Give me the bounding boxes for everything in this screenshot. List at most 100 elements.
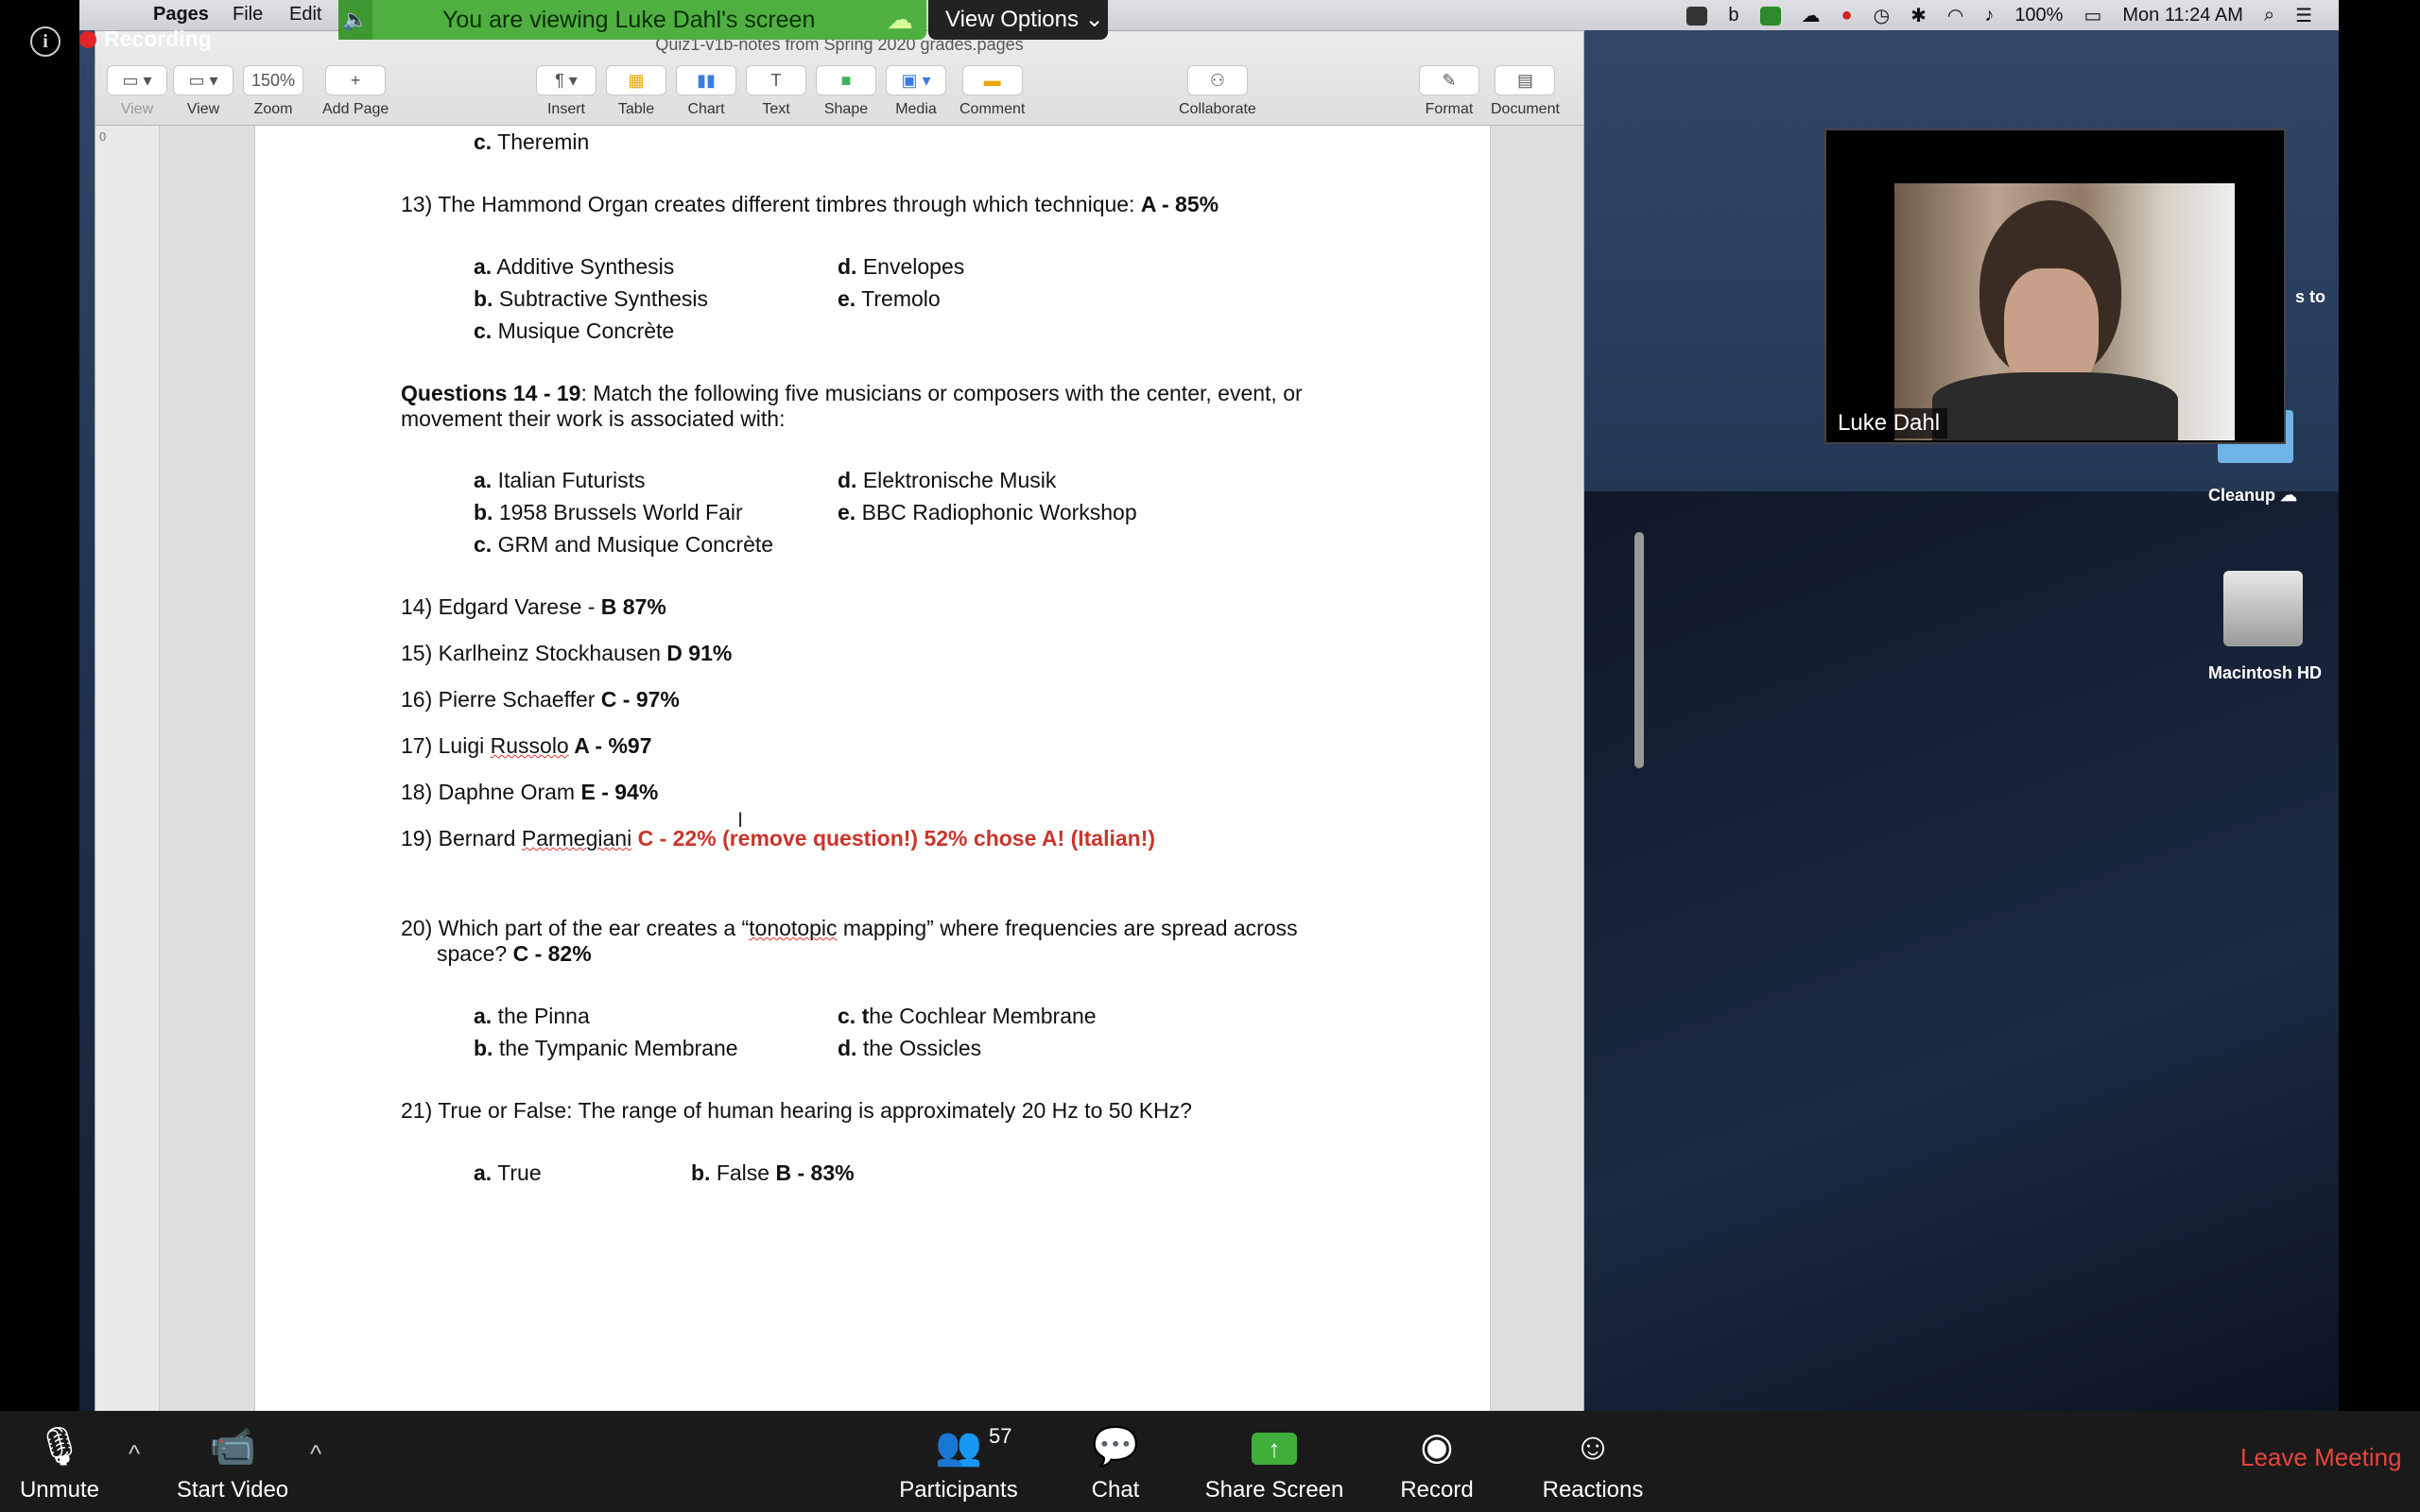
question-17: 17) Luigi Russolo A - %97 — [401, 733, 652, 759]
misspelled-word[interactable]: tonotopic — [749, 916, 837, 940]
chat-icon: 💬 — [1092, 1426, 1139, 1468]
question-13: 13) The Hammond Organ creates different … — [401, 192, 1219, 217]
zoom-label: Zoom — [253, 101, 293, 117]
menu-edit[interactable]: Edit — [289, 4, 321, 26]
audio-options-chevron-icon[interactable]: ^ — [129, 1439, 140, 1469]
participant-video[interactable]: Luke Dahl — [1824, 129, 2286, 444]
table-label: Table — [617, 101, 655, 117]
collaborate-button[interactable]: ⚇ Collaborate — [1179, 65, 1256, 118]
info-icon[interactable]: i — [30, 26, 60, 57]
media-button[interactable]: ▣ ▾ Media — [886, 65, 946, 118]
option-text: the Ossicles — [862, 1036, 982, 1060]
q13-option-e: e. Tremolo — [838, 286, 941, 312]
document-canvas[interactable]: c. Theremin 13) The Hammond Organ create… — [160, 126, 1644, 1422]
questions-14-19-heading-line2: movement their work is associated with: — [401, 406, 786, 432]
reactions-button[interactable]: ☺ Reactions — [1531, 1422, 1654, 1503]
b-icon[interactable]: b — [1728, 5, 1738, 26]
desktop-item-label: Cleanup — [2208, 486, 2276, 505]
answer-stat-highlight: C - 22% (remove question!) 52% chose A! … — [631, 826, 1156, 850]
participants-count: 57 — [989, 1424, 1012, 1448]
q20-option-d: d. the Ossicles — [838, 1036, 981, 1061]
option-letter: b. — [691, 1160, 711, 1185]
speaker-icon[interactable]: 🔈 — [338, 0, 372, 40]
option-letter: b. — [474, 500, 493, 524]
pages-toolbar: Quiz1-v1b-notes from Spring 2020 grades.… — [95, 31, 1583, 126]
table-button[interactable]: ▦ Table — [606, 65, 666, 118]
banner-text: You are viewing Luke Dahl's screen — [442, 7, 816, 33]
q21-option-a: a. True — [474, 1160, 542, 1186]
evernote-icon[interactable] — [1759, 6, 1781, 26]
wifi-icon[interactable]: ◠ — [1947, 4, 1963, 27]
format-label: Format — [1425, 101, 1474, 117]
chat-button[interactable]: 💬 Chat — [1066, 1422, 1165, 1503]
option-text: Theremin — [497, 129, 590, 154]
zoom-button[interactable]: 150% Zoom — [243, 65, 303, 118]
spotlight-icon[interactable]: ⌕ — [2264, 5, 2274, 26]
comment-icon: ▬ — [961, 65, 1023, 95]
view-sidebar-label: View — [120, 101, 154, 117]
format-button[interactable]: ✎ Format — [1419, 65, 1479, 118]
document-button[interactable]: ▤ Document — [1491, 65, 1560, 118]
text-button[interactable]: T Text — [746, 65, 806, 118]
view-icon: ▭ ▾ — [173, 65, 233, 95]
hard-drive-icon[interactable] — [2223, 571, 2303, 646]
misspelled-word[interactable]: Parmegiani — [522, 826, 631, 850]
insert-button[interactable]: ¶ ▾ Insert — [536, 65, 596, 118]
text-cursor-icon: I — [737, 808, 744, 832]
question-text: 14) Edgard Varese - — [401, 594, 601, 619]
section-text: : Match the following five musicians or … — [580, 381, 1303, 405]
desktop-item-macintosh-hd[interactable]: Macintosh HD — [2208, 663, 2322, 683]
view-sidebar-button[interactable]: ▭ ▾ View — [107, 65, 167, 118]
answer-stat: E - 94% — [580, 780, 659, 804]
question-text: 19) Bernard — [401, 826, 522, 850]
share-screen-icon: ↑ — [1199, 1422, 1350, 1471]
document-page[interactable]: c. Theremin 13) The Hammond Organ create… — [254, 126, 1491, 1412]
unmute-button[interactable]: 🎙 Unmute — [8, 1422, 112, 1503]
creative-cloud-icon[interactable]: ☁ — [1802, 4, 1821, 27]
video-off-icon: 📹 — [209, 1426, 256, 1468]
option-letter: e. — [838, 286, 856, 311]
share-screen-button[interactable]: ↑ Share Screen — [1199, 1422, 1350, 1503]
leave-meeting-button[interactable]: Leave Meeting — [2240, 1443, 2402, 1472]
plus-icon: + — [325, 65, 387, 95]
clock[interactable]: Mon 11:24 AM — [2122, 5, 2242, 26]
menu-file[interactable]: File — [233, 4, 263, 26]
shape-button[interactable]: ■ Shape — [816, 65, 876, 118]
menu-pages[interactable]: Pages — [153, 4, 209, 26]
document-icon: ▤ — [1495, 65, 1556, 95]
insert-label: Insert — [546, 101, 585, 117]
vertical-scrollbar[interactable] — [1634, 532, 1644, 768]
battery-icon[interactable]: ▭ — [2083, 4, 2101, 27]
dropbox-icon[interactable] — [1686, 6, 1708, 26]
option-letter: c. — [474, 129, 493, 154]
misspelled-word[interactable]: Russolo — [491, 733, 569, 758]
option-text: GRM and Musique Concrète — [497, 532, 774, 557]
q14-option-d: d. Elektronische Musik — [838, 468, 1056, 493]
answer-stat: A - %97 — [568, 733, 652, 758]
volume-icon[interactable]: ♪ — [1984, 5, 1994, 26]
record-icon: ◉ — [1420, 1426, 1454, 1468]
view-options-button[interactable]: View Options ⌄ — [928, 0, 1108, 40]
chart-button[interactable]: ▮▮ Chart — [676, 65, 736, 118]
zoom-left-margin: i — [0, 0, 79, 1411]
view-button[interactable]: ▭ ▾ View — [173, 65, 233, 118]
add-page-button[interactable]: + Add Page — [322, 65, 389, 118]
chart-icon: ▮▮ — [676, 65, 736, 95]
option-letter: b. — [474, 1036, 493, 1060]
q20-option-b: b. the Tympanic Membrane — [474, 1036, 738, 1061]
video-options-chevron-icon[interactable]: ^ — [310, 1439, 321, 1469]
time-machine-icon[interactable]: ◷ — [1874, 4, 1890, 27]
comment-button[interactable]: ▬ Comment — [959, 65, 1025, 118]
option-text: Musique Concrète — [497, 318, 675, 343]
recording-label: Recording — [104, 26, 212, 51]
question-text: space? — [437, 941, 513, 966]
desktop-item-cleanup[interactable]: Cleanup ☁ — [2208, 486, 2297, 506]
question-21: 21) True or False: The range of human he… — [401, 1098, 1192, 1124]
start-video-button[interactable]: 📹 Start Video — [166, 1422, 299, 1503]
record-button[interactable]: ◉ Record — [1388, 1422, 1486, 1503]
lastpass-icon[interactable]: ● — [1841, 5, 1853, 26]
question-text: 20) Which part of the ear creates a “ — [401, 916, 750, 940]
notification-center-icon[interactable]: ☰ — [2295, 4, 2312, 27]
option-text: the Tympanic Membrane — [498, 1036, 738, 1060]
bluetooth-icon[interactable]: ✱ — [1910, 4, 1927, 27]
